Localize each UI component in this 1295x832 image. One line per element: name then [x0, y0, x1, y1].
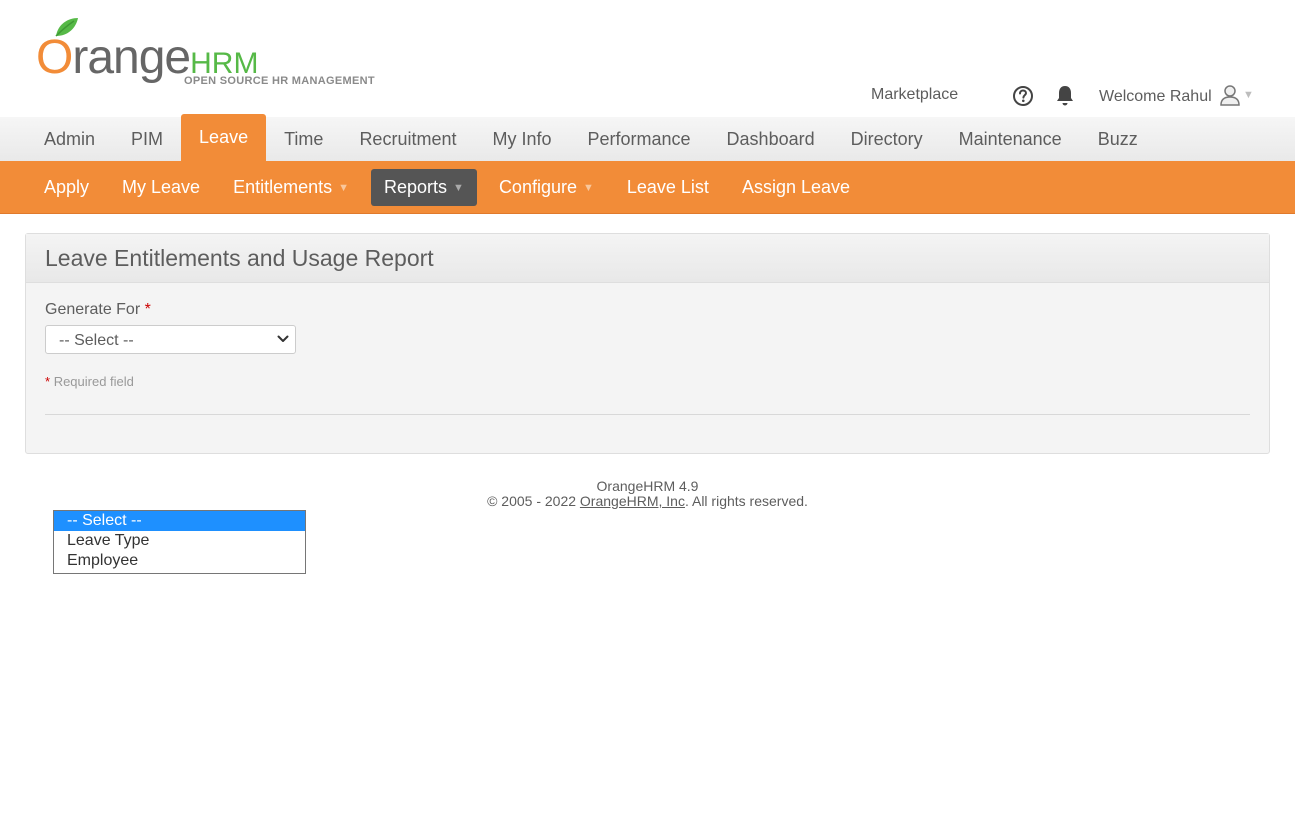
logo-range: range [72, 31, 191, 84]
caret-down-icon: ▼ [453, 182, 464, 194]
sub-menu-configure-label: Configure [498, 177, 577, 197]
caret-down-icon: ▼ [338, 182, 350, 194]
required-field-note: * Required field [45, 374, 134, 389]
page-title: Leave Entitlements and Usage Report [45, 245, 434, 271]
sub-menu-my-leave-label: My Leave [122, 177, 201, 197]
main-menu-maintenance[interactable]: Maintenance [941, 117, 1080, 161]
footer-copyright-prefix: © 2005 - 2022 [487, 493, 580, 509]
sub-menu-my-leave[interactable]: My Leave [104, 169, 218, 206]
user-menu-caret-icon[interactable]: ▼ [1243, 89, 1254, 101]
footer: OrangeHRM 4.9 © 2005 - 2022 OrangeHRM, I… [0, 479, 1295, 509]
main-menu-time[interactable]: Time [266, 117, 341, 161]
main-menu: Admin PIM Leave Time Recruitment My Info… [0, 114, 1295, 162]
logo-tagline: OPEN SOURCE HR MANAGEMENT [184, 75, 375, 87]
sub-menu-configure[interactable]: Configure ▼ [481, 169, 612, 206]
sub-menu-leave-list-label: Leave List [626, 177, 709, 197]
sub-menu-assign-leave[interactable]: Assign Leave [724, 169, 868, 206]
dropdown-option-leave-type[interactable]: Leave Type [54, 531, 305, 551]
sub-menu-entitlements-label: Entitlements [233, 177, 333, 197]
orangehrm-logo[interactable]: OrangeHRM OPEN SOURCE HR MANAGEMENT [30, 16, 390, 92]
main-menu-pim[interactable]: PIM [113, 117, 181, 161]
dropdown-option-employee[interactable]: Employee [54, 551, 305, 571]
report-panel-header: Leave Entitlements and Usage Report [26, 234, 1269, 283]
chevron-down-icon [277, 335, 289, 342]
welcome-user-menu[interactable]: Welcome Rahul [1099, 88, 1212, 106]
notification-bell-icon[interactable] [1054, 84, 1076, 108]
header: OrangeHRM OPEN SOURCE HR MANAGEMENT Mark… [0, 0, 1295, 117]
footer-copyright-suffix: . All rights reserved. [684, 493, 808, 509]
sub-menu-entitlements[interactable]: Entitlements ▼ [215, 169, 367, 206]
generate-for-select[interactable]: -- Select -- [45, 325, 296, 354]
footer-version: OrangeHRM 4.9 [596, 478, 699, 494]
generate-for-dropdown-list: -- Select -- Leave Type Employee [53, 510, 306, 574]
main-menu-leave[interactable]: Leave [181, 114, 267, 161]
logo-o: O [36, 31, 73, 84]
sub-menu-reports[interactable]: Reports ▼ [371, 169, 477, 206]
required-note-asterisk: * [45, 374, 51, 389]
footer-company-link[interactable]: OrangeHRM, Inc [580, 493, 685, 509]
main-menu-admin[interactable]: Admin [26, 117, 113, 161]
caret-down-icon: ▼ [582, 182, 594, 194]
sub-menu-reports-label: Reports [384, 177, 448, 197]
sub-menu-leave-list[interactable]: Leave List [609, 169, 727, 206]
marketplace-link[interactable]: Marketplace [871, 86, 958, 104]
report-panel: Leave Entitlements and Usage Report Gene… [25, 233, 1270, 454]
required-note-text: Required field [53, 374, 134, 389]
generate-for-select-value: -- Select -- [59, 332, 134, 349]
sub-menu-apply-label: Apply [44, 177, 90, 197]
footer-copyright: © 2005 - 2022 OrangeHRM, Inc. All rights… [0, 494, 1295, 509]
top-right-bar: Marketplace Welcome Rahul ▼ [855, 84, 1295, 108]
help-icon[interactable] [1012, 85, 1034, 107]
generate-for-label-text: Generate For [45, 301, 141, 318]
main-menu-my-info[interactable]: My Info [474, 117, 569, 161]
sub-menu-apply[interactable]: Apply [26, 169, 107, 206]
dropdown-option-select[interactable]: -- Select -- [54, 511, 305, 531]
main-menu-dashboard[interactable]: Dashboard [709, 117, 833, 161]
user-avatar-icon[interactable] [1219, 84, 1241, 106]
leave-sub-menu: Apply My Leave Entitlements ▼ Reports ▼ Co… [0, 161, 1295, 214]
form-divider [45, 414, 1250, 415]
generate-for-label: Generate For * [45, 301, 151, 319]
main-menu-recruitment[interactable]: Recruitment [341, 117, 474, 161]
main-menu-directory[interactable]: Directory [833, 117, 941, 161]
main-menu-buzz[interactable]: Buzz [1080, 117, 1156, 161]
required-asterisk: * [144, 301, 151, 318]
main-menu-performance[interactable]: Performance [570, 117, 709, 161]
sub-menu-assign-leave-label: Assign Leave [741, 177, 851, 197]
